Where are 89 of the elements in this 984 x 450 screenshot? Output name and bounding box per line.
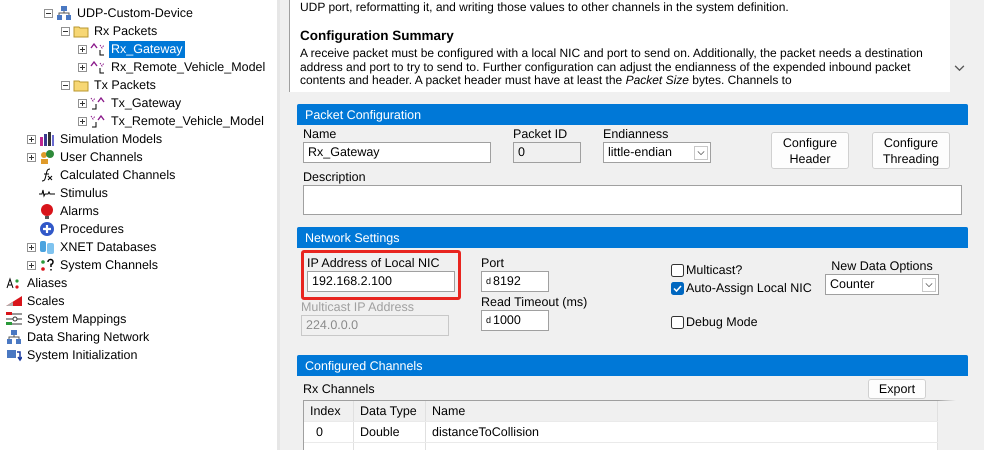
wave-icon bbox=[90, 41, 106, 57]
monitor-icon bbox=[6, 347, 22, 363]
tree-item[interactable]: XNET Databases bbox=[58, 238, 158, 256]
field-label: Description bbox=[303, 169, 367, 185]
tree-item[interactable]: System Mappings bbox=[25, 310, 128, 328]
tree-item[interactable]: Procedures bbox=[58, 220, 126, 238]
expander-icon[interactable] bbox=[44, 8, 53, 18]
checkbox-label[interactable]: Multicast? bbox=[686, 263, 742, 277]
plus-circle-icon bbox=[39, 221, 55, 237]
ip-address-field[interactable]: 192.168.2.100 bbox=[307, 271, 455, 292]
checkbox[interactable] bbox=[671, 264, 684, 276]
field-label: New Data Options bbox=[830, 258, 934, 274]
field-label: Endianness bbox=[603, 126, 670, 142]
table-cell: Double bbox=[354, 422, 426, 442]
expander-icon[interactable] bbox=[78, 98, 87, 108]
mapping-icon bbox=[6, 311, 22, 327]
new-data-dropdown[interactable]: Counter bbox=[825, 274, 939, 295]
table-cell: distanceToCollision bbox=[426, 422, 938, 442]
tree-item[interactable]: Rx Packets bbox=[92, 22, 160, 40]
description-text: A receive packet must be configured with a local NIC and port to send on. Additionally, the packet needs a destination address and port to try to send to. Further configuration can adjust the endianness of the expended inbound packet contents and header. A packet header must have at least the Packet Size bytes. Channels to bbox=[300, 47, 924, 88]
field-label: Port bbox=[481, 255, 505, 271]
endianness-dropdown[interactable]: little-endian bbox=[603, 142, 711, 163]
checkbox[interactable] bbox=[671, 316, 684, 328]
section-header: Packet Configuration bbox=[297, 104, 968, 125]
expander-icon[interactable] bbox=[27, 152, 36, 162]
triangle-icon bbox=[6, 293, 22, 309]
column-header[interactable]: Data Type bbox=[354, 401, 426, 421]
field-label: Read Timeout (ms) bbox=[481, 294, 588, 310]
expander-icon[interactable] bbox=[61, 26, 70, 36]
tree-item[interactable]: Rx_Remote_Vehicle_Model bbox=[109, 58, 268, 76]
wave-icon bbox=[90, 113, 106, 129]
tree-item[interactable]: Tx Packets bbox=[92, 76, 158, 94]
network-icon bbox=[56, 5, 72, 21]
tree-item[interactable]: Tx_Remote_Vehicle_Model bbox=[109, 112, 266, 130]
field-label: Multicast IP Address bbox=[301, 299, 416, 315]
description-text: UDP port, reformatting it, and writing those values to other channels in the system definition. bbox=[300, 1, 790, 14]
tree-item[interactable]: User Channels bbox=[58, 148, 145, 166]
tree-item[interactable]: Data Sharing Network bbox=[25, 328, 152, 346]
expander-icon[interactable] bbox=[78, 44, 87, 54]
function-icon bbox=[39, 167, 55, 183]
column-header[interactable]: Name bbox=[426, 401, 938, 421]
tree-item[interactable]: Tx_Gateway bbox=[109, 94, 184, 112]
tree-item[interactable]: Rx_Gateway bbox=[109, 40, 185, 58]
expander-icon[interactable] bbox=[27, 260, 36, 270]
tree-item[interactable]: Stimulus bbox=[58, 184, 110, 202]
alarm-icon bbox=[39, 203, 55, 219]
database-icon bbox=[39, 239, 55, 255]
configure-button[interactable]: Configure Header bbox=[771, 132, 849, 169]
dropdown-icon[interactable] bbox=[694, 146, 708, 160]
checkbox-label[interactable]: Debug Mode bbox=[686, 315, 758, 329]
column-header[interactable]: Index bbox=[304, 401, 354, 421]
packet-id-field: 0 bbox=[513, 142, 581, 163]
expander-icon[interactable] bbox=[78, 116, 87, 126]
section-heading: Configuration Summary bbox=[300, 28, 455, 42]
read-timeout-field[interactable]: d 1000 bbox=[481, 310, 549, 331]
export-button[interactable]: Export bbox=[868, 379, 926, 399]
section-header: Configured Channels bbox=[297, 355, 968, 376]
expander-icon[interactable] bbox=[27, 242, 36, 252]
field-label: Packet ID bbox=[513, 126, 568, 142]
expander-icon[interactable] bbox=[27, 134, 36, 144]
name-field[interactable]: Rx_Gateway bbox=[303, 142, 491, 163]
expander-icon[interactable] bbox=[78, 62, 87, 72]
tree-item[interactable]: Simulation Models bbox=[58, 130, 164, 148]
table-cell: 0 bbox=[304, 422, 354, 442]
checkbox[interactable] bbox=[671, 282, 684, 294]
wave-icon bbox=[90, 59, 106, 75]
tree-item[interactable]: Calculated Channels bbox=[58, 166, 178, 184]
port-field[interactable]: d 8192 bbox=[481, 271, 549, 292]
field-label: IP Address of Local NIC bbox=[307, 255, 440, 271]
dropdown-icon[interactable] bbox=[922, 278, 936, 292]
dots-icon bbox=[39, 257, 55, 273]
tree-item[interactable]: Alarms bbox=[58, 202, 101, 220]
wave-icon bbox=[90, 95, 106, 111]
tree-item[interactable]: System Initialization bbox=[25, 346, 140, 364]
configure-button[interactable]: Configure Threading bbox=[872, 132, 950, 169]
people-icon bbox=[39, 149, 55, 165]
expander-icon[interactable] bbox=[61, 80, 70, 90]
tree-item[interactable]: System Channels bbox=[58, 256, 160, 274]
bars-icon bbox=[39, 131, 55, 147]
list-label: Rx Channels bbox=[303, 381, 375, 397]
tree-item[interactable]: UDP-Custom-Device bbox=[75, 4, 195, 22]
checkbox-label[interactable]: Auto-Assign Local NIC bbox=[686, 281, 812, 295]
field-label: Name bbox=[303, 126, 338, 142]
section-header: Network Settings bbox=[297, 227, 968, 248]
tree-item[interactable]: Scales bbox=[25, 292, 67, 310]
tree-item[interactable]: Aliases bbox=[25, 274, 70, 292]
description-field[interactable] bbox=[303, 185, 962, 215]
network-icon bbox=[6, 329, 22, 345]
scroll-down-icon[interactable] bbox=[954, 65, 964, 72]
